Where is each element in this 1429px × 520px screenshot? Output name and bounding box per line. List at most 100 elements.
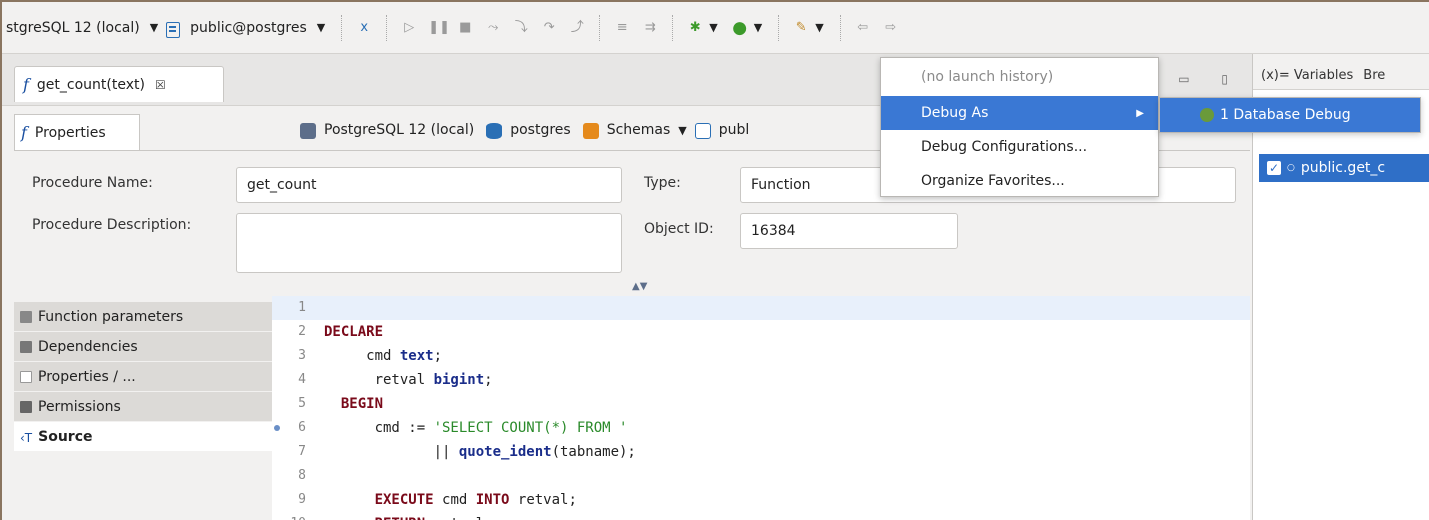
menu-item-debug-configurations[interactable]: Debug Configurations...	[881, 130, 1158, 164]
drop-to-frame-icon[interactable]: ≡	[613, 19, 631, 37]
disconnect-icon[interactable]: ⤳	[484, 19, 502, 37]
editor-tab-get-count[interactable]: f get_count(text) ☒	[14, 66, 224, 102]
database-icon	[486, 123, 503, 139]
left-nav: Function parameters Dependencies Propert…	[14, 302, 272, 520]
skip-breakpoints-icon[interactable]: ⅹ	[355, 19, 373, 37]
terminate-icon[interactable]: ■	[456, 19, 474, 37]
breadcrumb-connection[interactable]: PostgreSQL 12 (local)	[324, 122, 474, 138]
nav-label: Permissions	[38, 398, 121, 415]
forward-icon[interactable]: ⇨	[882, 19, 900, 37]
source-icon: ‹T	[20, 430, 33, 445]
line-number: 7	[298, 444, 306, 459]
schema-icon	[694, 123, 711, 139]
nav-label: Source	[38, 428, 93, 445]
breadcrumb-schemas[interactable]: Schemas	[607, 122, 671, 138]
tab-properties-label: Properties	[34, 124, 106, 141]
nav-label: Dependencies	[38, 338, 138, 355]
procedure-description-label: Procedure Description:	[32, 217, 192, 233]
line-number: 2	[298, 324, 306, 339]
breadcrumb-schema[interactable]: publ	[719, 122, 750, 138]
checkbox-checked-icon[interactable]: ✓	[1267, 161, 1281, 175]
menu-item-organize-favorites[interactable]: Organize Favorites...	[881, 164, 1158, 198]
breakpoint-item-selected[interactable]: ✓ ○ public.get_c	[1259, 154, 1429, 182]
toolbar-separator	[672, 14, 674, 41]
connection-selector[interactable]: stgreSQL 12 (local)	[6, 20, 140, 36]
submenu-arrow-icon: ▶	[1136, 107, 1144, 119]
tab-variables[interactable]: (x)= Variables	[1261, 68, 1353, 89]
step-into-icon[interactable]: ⤵	[512, 19, 530, 37]
source-editor[interactable]: 1 2 DECLARE 3 cmd text; 4 retval bigint; …	[272, 296, 1250, 520]
line-number: 8	[298, 468, 306, 483]
back-icon[interactable]: ⇦	[854, 19, 872, 37]
menu-item-debug-as[interactable]: Debug As ▶	[881, 96, 1158, 130]
folder-icon	[20, 340, 32, 353]
toolbar-separator	[839, 14, 841, 41]
line-number: 3	[298, 348, 306, 363]
toolbar-separator	[599, 14, 601, 41]
use-step-filters-icon[interactable]: ⇉	[641, 19, 659, 37]
chevron-down-icon[interactable]: ▼	[678, 124, 686, 137]
code-line: 5 BEGIN	[272, 392, 1250, 416]
procedure-description-field[interactable]	[236, 213, 622, 273]
code-line: 7 || quote_ident(tabname);	[272, 440, 1250, 464]
step-return-icon[interactable]: ⤴	[568, 19, 586, 37]
resume-icon[interactable]: ▷	[400, 19, 418, 37]
submenu-item-database-debug[interactable]: 1 Database Debug	[1160, 98, 1420, 132]
chevron-down-icon[interactable]: ▼	[815, 21, 823, 34]
tab-properties[interactable]: f Properties	[14, 114, 140, 150]
code-line: 1	[272, 296, 1250, 320]
line-number: 4	[298, 372, 306, 387]
database-debug-icon	[1200, 108, 1214, 122]
code-line: 6 cmd := 'SELECT COUNT(*) FROM '	[272, 416, 1250, 440]
nav-permissions[interactable]: Permissions	[14, 392, 272, 422]
chevron-down-icon[interactable]: ▼	[150, 21, 158, 34]
procedure-name-field[interactable]: get_count	[236, 167, 622, 203]
object-id-field[interactable]: 16384	[740, 213, 958, 249]
suspend-icon[interactable]: ❚❚	[428, 19, 450, 37]
nav-properties[interactable]: Properties / ...	[14, 362, 272, 392]
postgres-connection-icon	[300, 123, 316, 139]
nav-source[interactable]: ‹T Source	[14, 422, 272, 452]
schemas-folder-icon	[582, 123, 599, 139]
chevron-down-icon[interactable]: ▼	[754, 21, 762, 34]
toolbar-separator	[341, 14, 343, 41]
menu-item-label: Debug As	[921, 105, 989, 121]
code-line: 3 cmd text;	[272, 344, 1250, 368]
line-number: 10	[272, 512, 312, 520]
code-line: 4 retval bigint;	[272, 368, 1250, 392]
line-number: 1	[298, 300, 306, 315]
tab-breakpoints[interactable]: Bre	[1363, 68, 1385, 89]
menu-item-no-launch-history: (no launch history)	[921, 69, 1054, 85]
debug-dropdown-menu: (no launch history) Debug As ▶ Debug Con…	[880, 57, 1159, 197]
breakpoint-item-label: public.get_c	[1300, 160, 1386, 176]
external-tools-icon[interactable]: ✎	[792, 19, 810, 37]
debug-as-submenu: 1 Database Debug	[1159, 97, 1421, 133]
submenu-item-label: 1 Database Debug	[1220, 107, 1351, 123]
editor-tab-title: get_count(text)	[36, 76, 145, 93]
key-icon	[20, 400, 32, 413]
function-icon: f	[21, 123, 27, 142]
code-line: 2 DECLARE	[272, 320, 1250, 344]
collapse-toggle-icon[interactable]: ▲▼	[632, 281, 647, 292]
info-icon	[20, 370, 32, 383]
debug-bug-icon[interactable]: ✱	[686, 19, 704, 37]
chevron-down-icon[interactable]: ▼	[709, 21, 717, 34]
run-icon[interactable]: ●	[731, 19, 749, 37]
chevron-down-icon[interactable]: ▼	[317, 21, 325, 34]
breadcrumb-database[interactable]: postgres	[510, 122, 570, 138]
code-line: 8	[272, 464, 1250, 488]
nav-label: Properties / ...	[38, 368, 136, 385]
close-icon[interactable]: ☒	[155, 78, 166, 92]
type-label: Type:	[644, 175, 681, 191]
line-number: 9	[298, 492, 306, 507]
line-number: 6	[298, 420, 306, 435]
step-over-icon[interactable]: ↷	[540, 19, 558, 37]
minimize-maximize-icons[interactable]: ▭ ▯	[1178, 72, 1242, 86]
breadcrumb: PostgreSQL 12 (local) postgres Schemas ▼…	[300, 122, 750, 139]
schema-icon	[166, 21, 181, 38]
nav-label: Function parameters	[38, 308, 184, 325]
nav-dependencies[interactable]: Dependencies	[14, 332, 272, 362]
schema-selector[interactable]: public@postgres	[190, 20, 307, 36]
nav-function-parameters[interactable]: Function parameters	[14, 302, 272, 332]
function-icon: f	[23, 75, 29, 94]
